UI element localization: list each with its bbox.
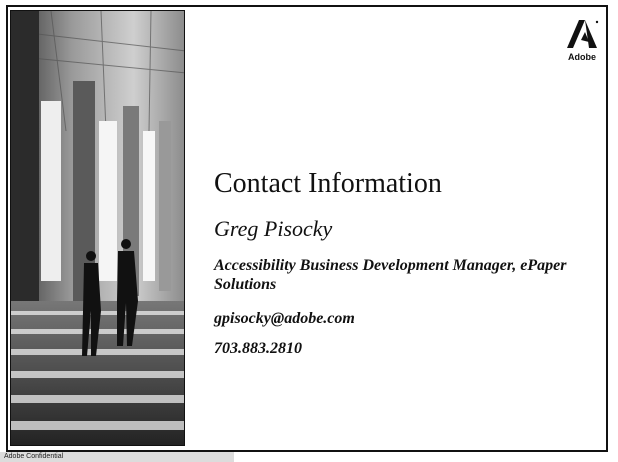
contact-name: Greg Pisocky xyxy=(214,216,333,241)
page-title: Contact Information xyxy=(214,168,442,199)
adobe-logo-text: Adobe xyxy=(568,52,596,62)
corridor-image xyxy=(11,11,184,445)
office-photo xyxy=(10,10,185,446)
vertical-divider xyxy=(184,10,185,446)
contact-role: Accessibility Business Development Manag… xyxy=(214,257,567,293)
contact-phone: 703.883.2810 xyxy=(214,340,302,357)
slide: Adobe Contact Information Greg Pisocky A… xyxy=(0,0,618,462)
adobe-logo-icon xyxy=(567,20,599,48)
adobe-logo: Adobe xyxy=(565,18,599,66)
contact-email: gpisocky@adobe.com xyxy=(214,310,355,327)
confidential-footer: Adobe Confidential xyxy=(0,452,234,462)
